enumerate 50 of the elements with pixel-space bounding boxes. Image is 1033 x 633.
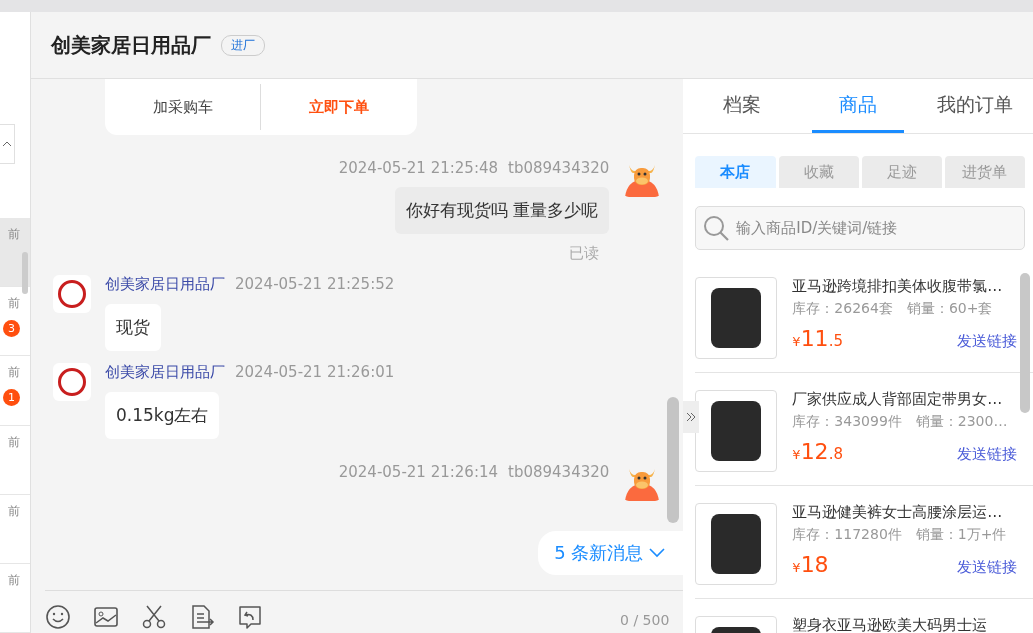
sender-name: 创美家居日用品厂 (104, 275, 225, 294)
message-time: 2024-05-21 21:25:52 (234, 275, 395, 294)
stock-label: 库存：117280件 (792, 526, 902, 544)
time-label: 前 (7, 295, 20, 313)
unread-badge: 1 (2, 389, 20, 407)
message-time: 2024-05-21 21:26:01 (234, 363, 395, 382)
sub-tab[interactable]: 收藏 (778, 156, 859, 188)
message-bubble: 0.15kg左右 (104, 392, 220, 439)
time-label: 前 (7, 571, 20, 589)
unread-badge: 3 (2, 320, 20, 338)
search-field[interactable]: 输入商品ID/关键词/链接 (695, 206, 1025, 250)
price-label: ¥11.5 (792, 326, 843, 351)
time-label: 前 (7, 433, 20, 451)
time-label: 前 (7, 364, 20, 382)
sub-tab[interactable]: 本店 (695, 156, 776, 188)
tab[interactable]: 我的订单 (928, 79, 1021, 133)
sub-tab[interactable]: 足迹 (861, 156, 942, 188)
stock-label: 库存：26264套 (792, 300, 893, 318)
message-bubble: 你好有现货吗 重量多少呢 (394, 187, 610, 234)
message-time: 2024-05-21 21:25:48 (338, 159, 499, 177)
stock-label: 库存：343099件 (792, 413, 902, 431)
send-link[interactable]: 发送链接 (957, 445, 1017, 464)
send-link[interactable]: 发送链接 (957, 332, 1017, 351)
message-bubble: 现货 (104, 304, 161, 351)
read-status: 已读 (569, 244, 601, 263)
tab[interactable]: 档案 (695, 79, 788, 133)
chat-title: 创美家居日用品厂 (50, 31, 211, 59)
product-title: 亚马逊跨境排扣美体收腹带氯… (792, 277, 1004, 296)
character-counter: 0 / 500 (620, 611, 670, 628)
sales-label: 销量：2300… (915, 413, 1008, 431)
product-title: 亚马逊健美裤女士高腰涂层运… (792, 503, 1004, 522)
product-title: 厂家供应成人背部固定带男女… (792, 390, 1004, 409)
message-time: 2024-05-21 21:26:14 (338, 463, 499, 481)
sender-name: tb089434320 (508, 463, 610, 481)
product-title: 塑身衣亚马逊欧美大码男士运 (792, 616, 989, 633)
sub-tab[interactable]: 进货单 (944, 156, 1026, 188)
sender-name: tb089434320 (508, 159, 610, 177)
order-button[interactable]: 加采购车 (104, 84, 262, 130)
new-messages-button[interactable]: 5 条新消息 (538, 531, 684, 575)
price-label: ¥18 (792, 552, 829, 577)
send-link[interactable]: 发送链接 (957, 558, 1017, 577)
sales-label: 销量：1万+件 (915, 526, 1007, 544)
sender-name: 创美家居日用品厂 (104, 363, 225, 382)
sales-label: 销量：60+套 (906, 300, 993, 318)
time-label: 前 (7, 502, 20, 520)
tag-badge: 进厂 (220, 34, 265, 56)
price-label: ¥12.8 (792, 439, 843, 464)
time-label: 前 (7, 226, 20, 244)
tab[interactable]: 商品 (811, 79, 905, 133)
order-button[interactable]: 立即下单 (261, 84, 417, 130)
